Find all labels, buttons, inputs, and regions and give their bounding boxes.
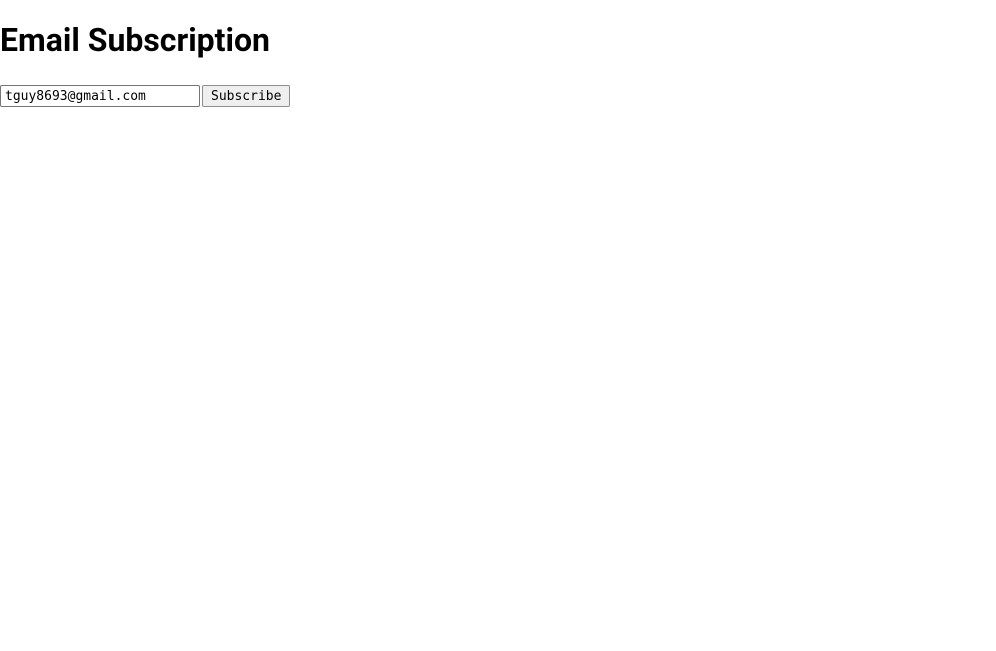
page-title: Email Subscription [0,0,996,59]
subscription-form: Subscribe [0,85,996,107]
subscribe-button[interactable]: Subscribe [202,85,290,107]
email-field[interactable] [0,85,200,107]
